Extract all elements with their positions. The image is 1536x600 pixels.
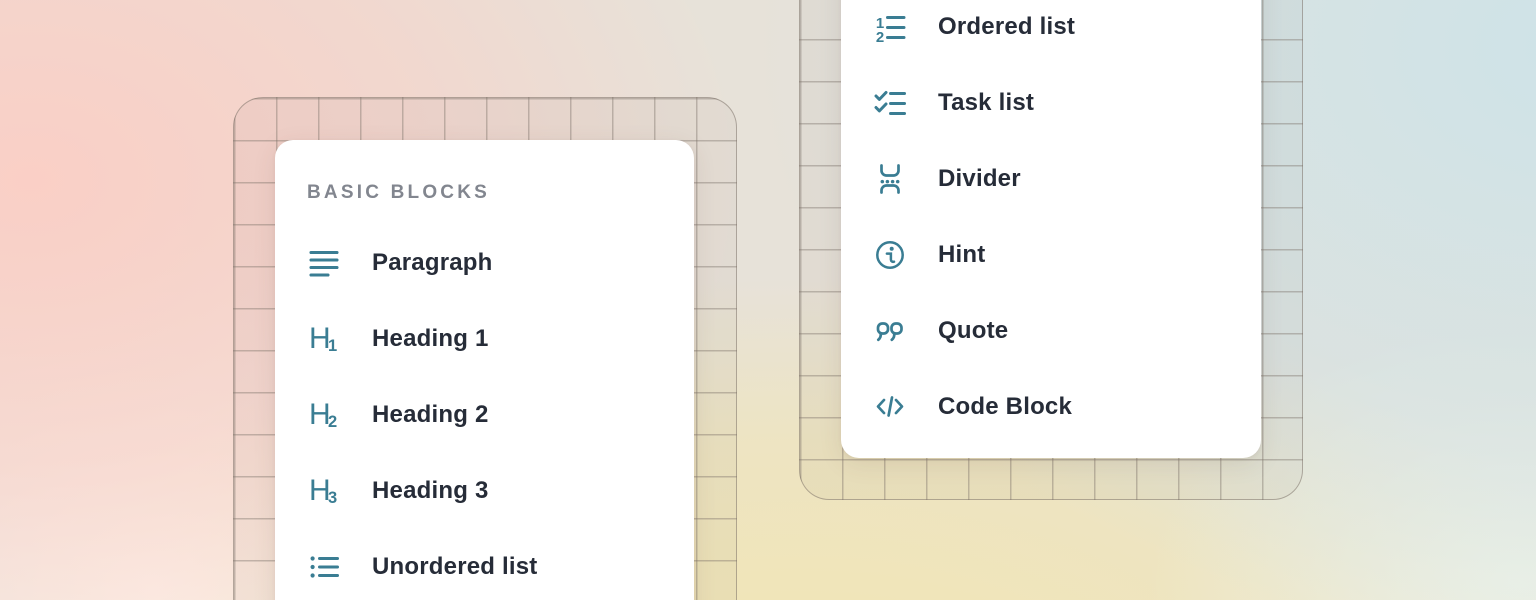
menu-item-task-list[interactable]: Task list [841,65,1261,141]
hint-icon [874,239,906,271]
canvas-background: BASIC BLOCKS Paragraph H1 Heading 1 H2 Headi… [0,0,1536,600]
paragraph-icon [308,247,340,279]
blocks-menu-continued: 1 2 Ordered list Task list Divider Hint [841,0,1261,458]
code-block-icon [874,391,906,423]
menu-item-label: Unordered list [372,553,538,581]
svg-text:2: 2 [876,29,884,43]
menu-item-unordered-list[interactable]: Unordered list [275,529,694,600]
menu-item-label: Code Block [938,393,1072,421]
menu-item-code-block[interactable]: Code Block [841,369,1261,445]
menu-item-label: Heading 1 [372,325,489,353]
menu-item-divider[interactable]: Divider [841,141,1261,217]
menu-item-heading-3[interactable]: H3 Heading 3 [275,453,694,529]
menu-item-ordered-list[interactable]: 1 2 Ordered list [841,0,1261,65]
divider-icon [874,163,906,195]
ordered-list-icon: 1 2 [874,11,906,43]
menu-item-label: Hint [938,241,985,269]
menu-item-list: 1 2 Ordered list Task list Divider Hint [841,0,1261,445]
menu-item-label: Quote [938,317,1008,345]
menu-item-label: Task list [938,89,1034,117]
heading-3-icon: H3 [308,475,340,507]
menu-item-quote[interactable]: Quote [841,293,1261,369]
quote-icon [874,315,906,347]
unordered-list-icon [308,551,340,583]
menu-item-label: Ordered list [938,13,1075,41]
task-list-icon [874,87,906,119]
menu-item-heading-2[interactable]: H2 Heading 2 [275,377,694,453]
menu-item-label: Divider [938,165,1021,193]
menu-item-label: Heading 3 [372,477,489,505]
menu-item-list: Paragraph H1 Heading 1 H2 Heading 2 H3 Heading… [275,225,694,600]
menu-item-paragraph[interactable]: Paragraph [275,225,694,301]
basic-blocks-menu: BASIC BLOCKS Paragraph H1 Heading 1 H2 Headi… [275,140,694,600]
heading-1-icon: H1 [308,323,340,355]
menu-item-heading-1[interactable]: H1 Heading 1 [275,301,694,377]
heading-2-icon: H2 [308,399,340,431]
menu-item-hint[interactable]: Hint [841,217,1261,293]
menu-section-header: BASIC BLOCKS [275,140,694,203]
menu-item-label: Heading 2 [372,401,489,429]
menu-item-label: Paragraph [372,249,493,277]
